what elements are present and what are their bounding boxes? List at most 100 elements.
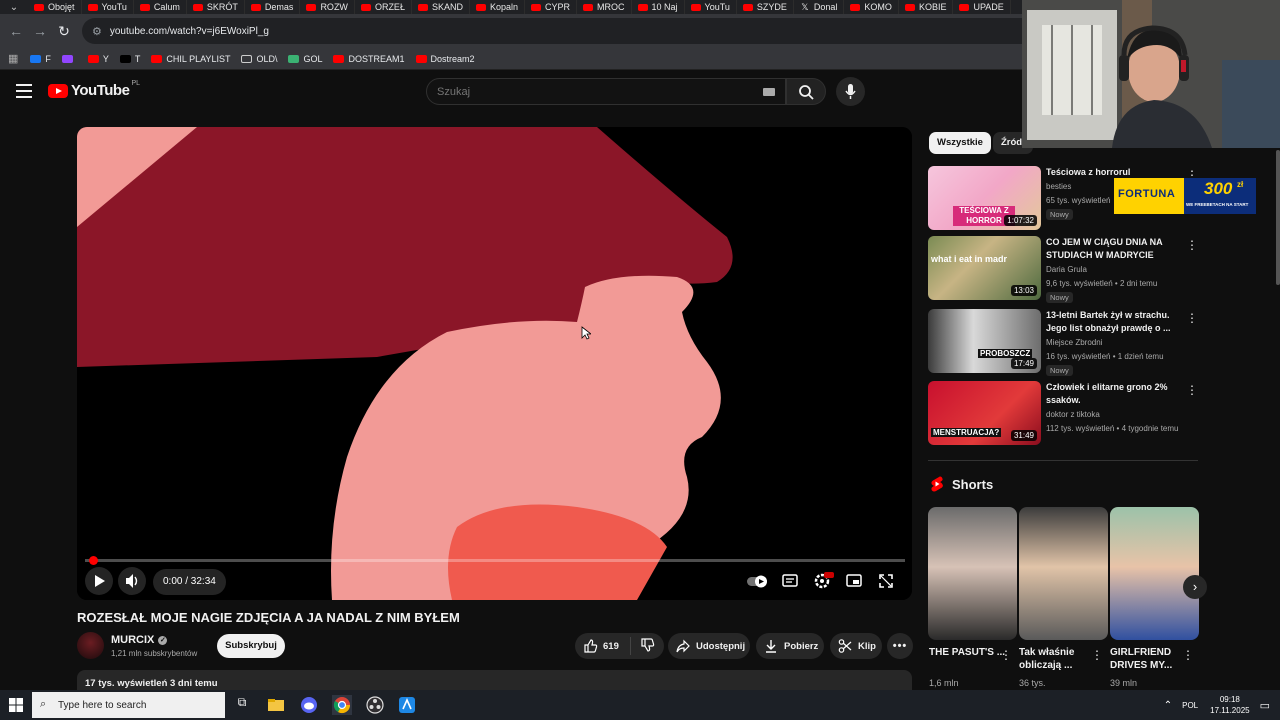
browser-tab[interactable]: SKRÓT xyxy=(187,0,245,14)
browser-tab[interactable]: Kopaln xyxy=(470,0,525,14)
shorts-next-button[interactable]: › xyxy=(1183,575,1207,599)
fullscreen-button[interactable] xyxy=(872,567,900,595)
short-title[interactable]: GIRLFRIEND DRIVES MY... xyxy=(1110,646,1188,672)
keyboard-icon[interactable] xyxy=(763,88,775,96)
site-info-icon[interactable]: ⚙ xyxy=(92,25,102,38)
more-vertical-icon[interactable]: ⋮ xyxy=(1186,238,1198,252)
browser-tab[interactable]: 10 Naj xyxy=(632,0,685,14)
play-button[interactable] xyxy=(85,567,113,595)
browser-tab[interactable]: UPADE xyxy=(953,0,1011,14)
windows-start-icon[interactable] xyxy=(9,698,23,712)
more-vertical-icon[interactable]: ⋮ xyxy=(1091,648,1103,662)
progress-bar[interactable] xyxy=(85,556,905,565)
video-thumbnail[interactable]: what i eat in madr 13:03 xyxy=(928,236,1041,300)
notification-icon[interactable]: ▭ xyxy=(1260,699,1270,712)
search-input[interactable] xyxy=(437,85,737,98)
chip-all[interactable]: Wszystkie xyxy=(929,132,991,154)
browser-tab[interactable]: CYPR xyxy=(525,0,578,14)
clip-button[interactable]: Klip xyxy=(830,633,882,659)
browser-tab[interactable]: MROC xyxy=(577,0,632,14)
task-view-icon[interactable]: ⧉ xyxy=(232,695,252,715)
discord-icon[interactable] xyxy=(299,695,319,715)
settings-button[interactable] xyxy=(808,567,836,595)
miniplayer-button[interactable] xyxy=(840,567,868,595)
browser-tab[interactable]: YouTu xyxy=(685,0,737,14)
clock[interactable]: 09:18 17.11.2025 xyxy=(1210,694,1249,716)
channel-name[interactable]: besties xyxy=(1046,182,1071,191)
tab-search-icon[interactable]: ⌄ xyxy=(0,2,28,13)
more-vertical-icon[interactable]: ⋮ xyxy=(1182,648,1194,662)
page-scrollbar[interactable] xyxy=(1276,150,1280,285)
video-player[interactable]: 0:00 / 32:34 xyxy=(77,127,912,600)
browser-tab[interactable]: Obojęt xyxy=(28,0,82,14)
share-button[interactable]: Udostępnij xyxy=(668,633,750,659)
video-thumbnail[interactable]: MENSTRUACJA? 31:49 xyxy=(928,381,1041,445)
obs-icon[interactable] xyxy=(365,695,385,715)
download-button[interactable]: Pobierz xyxy=(756,633,824,659)
file-explorer-icon[interactable] xyxy=(266,695,286,715)
chrome-icon[interactable] xyxy=(332,695,352,715)
browser-tab[interactable]: YouTu xyxy=(82,0,134,14)
like-button[interactable]: 619 xyxy=(575,637,631,655)
progress-scrubber[interactable] xyxy=(89,556,98,565)
bookmark-item[interactable]: CHIL PLAYLIST xyxy=(151,54,230,64)
youtube-logo[interactable]: YouTube PL xyxy=(48,80,140,99)
video-thumbnail[interactable]: PROBOSZCZ 17:49 xyxy=(928,309,1041,373)
video-thumbnail[interactable]: TEŚCIOWA Z HORROR 1:07:32 xyxy=(928,166,1041,230)
subscribe-button[interactable]: Subskrybuj xyxy=(217,634,285,658)
description-box[interactable]: 17 tys. wyświetleń 3 dni temu xyxy=(77,670,912,692)
short-thumbnail[interactable] xyxy=(928,507,1017,640)
browser-tab[interactable]: 𝕏 Donal xyxy=(794,0,845,14)
bookmark-item[interactable]: T xyxy=(119,54,140,64)
back-icon[interactable]: ← xyxy=(4,23,28,39)
channel-avatar[interactable] xyxy=(77,632,104,659)
reload-icon[interactable]: ↻ xyxy=(52,23,76,40)
recommendation-item[interactable]: what i eat in madr 13:03 CO JEM W CIĄGU … xyxy=(928,236,1198,303)
bookmark-item[interactable]: DOSTREAM1 xyxy=(333,54,405,64)
dislike-button[interactable] xyxy=(631,637,655,656)
bookmark-item[interactable]: Y xyxy=(87,54,109,64)
language-indicator[interactable]: POL xyxy=(1182,701,1198,710)
bookmark-item[interactable] xyxy=(61,54,77,63)
voice-search-button[interactable] xyxy=(836,77,865,106)
channel-name[interactable]: MURCIX ✓ xyxy=(111,634,168,646)
browser-tab[interactable]: SKAND xyxy=(412,0,470,14)
channel-name[interactable]: Miejsce Zbrodni xyxy=(1046,338,1102,347)
recommendation-item[interactable]: PROBOSZCZ 17:49 13-letni Bartek żył w st… xyxy=(928,309,1198,376)
more-vertical-icon[interactable]: ⋮ xyxy=(1000,648,1012,662)
more-vertical-icon[interactable]: ⋮ xyxy=(1186,383,1198,397)
channel-name[interactable]: doktor z tiktoka xyxy=(1046,410,1100,419)
short-thumbnail[interactable] xyxy=(1019,507,1108,640)
bookmark-item[interactable]: GOL xyxy=(288,54,322,64)
video-title[interactable]: Człowiek i elitarne grono 2% ssaków. xyxy=(1046,381,1176,407)
apps-grid-icon[interactable]: ▦ xyxy=(8,52,18,65)
channel-name[interactable]: Daria Grula xyxy=(1046,265,1087,274)
fortuna-ad-banner[interactable]: FORTUNA 300 zł WE FREEBETACH NA START xyxy=(1114,178,1256,214)
more-vertical-icon[interactable]: ⋮ xyxy=(1186,311,1198,325)
browser-tab[interactable]: KOMO xyxy=(844,0,899,14)
autoplay-toggle[interactable] xyxy=(745,567,771,595)
bookmark-item[interactable]: Dostream2 xyxy=(415,54,475,64)
browser-tab[interactable]: ROZW xyxy=(300,0,355,14)
more-actions-button[interactable]: ••• xyxy=(887,633,913,659)
search-box[interactable] xyxy=(426,78,786,105)
video-title[interactable]: CO JEM W CIĄGU DNIA NA STUDIACH W MADRYC… xyxy=(1046,236,1176,264)
address-bar[interactable]: ⚙ youtube.com/watch?v=j6EWoxiPl_g xyxy=(82,18,1042,44)
chevron-up-icon[interactable]: ⌃ xyxy=(1164,700,1172,711)
recommendation-item[interactable]: MENSTRUACJA? 31:49 Człowiek i elitarne g… xyxy=(928,381,1198,445)
app-icon[interactable] xyxy=(397,695,417,715)
taskbar-search[interactable]: ⌕ Type here to search xyxy=(32,692,225,718)
volume-button[interactable] xyxy=(118,567,146,595)
search-button[interactable] xyxy=(786,78,826,105)
bookmark-item[interactable]: F xyxy=(30,54,51,64)
video-title[interactable]: 13-letni Bartek żył w strachu. Jego list… xyxy=(1046,309,1176,335)
browser-tab[interactable]: Demas xyxy=(245,0,301,14)
menu-icon[interactable] xyxy=(16,84,32,98)
bookmark-item[interactable]: OLD\ xyxy=(241,54,277,64)
forward-icon[interactable]: → xyxy=(28,23,52,39)
subtitles-button[interactable] xyxy=(776,567,804,595)
browser-tab[interactable]: ORZEŁ xyxy=(355,0,412,14)
short-title[interactable]: Tak właśnie obliczają ... xyxy=(1019,646,1097,672)
browser-tab[interactable]: KOBIE xyxy=(899,0,954,14)
browser-tab[interactable]: Calum xyxy=(134,0,187,14)
